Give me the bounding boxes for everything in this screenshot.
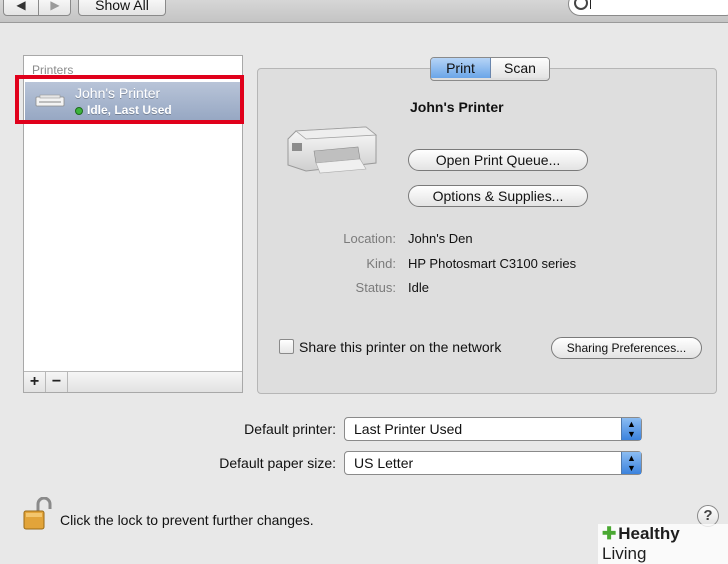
printer-image	[287, 126, 378, 174]
location-label: Location:	[343, 231, 396, 246]
search-icon	[574, 0, 588, 10]
location-value: John's Den	[408, 231, 473, 246]
default-printer-label: Default printer:	[244, 421, 336, 437]
tab-print[interactable]: Print	[431, 58, 491, 78]
forward-arrow-icon: ▶	[50, 0, 60, 12]
default-paper-size-select[interactable]: US Letter ▲ ▼	[344, 451, 642, 475]
status-label: Status:	[355, 280, 396, 295]
tab-scan[interactable]: Scan	[491, 58, 549, 78]
search-input[interactable]	[568, 0, 728, 16]
highlight-box	[15, 75, 244, 124]
forward-button[interactable]: ▶	[38, 0, 72, 15]
select-arrows-icon: ▲ ▼	[621, 452, 641, 474]
select-arrows-icon: ▲ ▼	[621, 418, 641, 440]
watermark-bold: Healthy	[618, 524, 680, 543]
nav-segment: ◀ ▶	[3, 0, 71, 16]
default-paper-size-label: Default paper size:	[219, 455, 336, 471]
default-printer-select[interactable]: Last Printer Used ▲ ▼	[344, 417, 642, 441]
show-all-button[interactable]: Show All	[78, 0, 166, 16]
print-scan-tabs: Print Scan	[430, 57, 550, 81]
kind-label: Kind:	[366, 256, 396, 271]
toolbar: ◀ ▶ Show All	[0, 0, 728, 23]
detail-printer-name: John's Printer	[410, 99, 504, 115]
share-printer-label: Share this printer on the network	[299, 339, 502, 355]
lock-icon[interactable]	[22, 497, 52, 531]
status-value: Idle	[408, 280, 429, 295]
default-printer-value: Last Printer Used	[354, 421, 463, 437]
watermark-light: Living	[602, 544, 647, 563]
back-arrow-icon: ◀	[16, 0, 26, 12]
back-button[interactable]: ◀	[4, 0, 39, 15]
remove-printer-button[interactable]: −	[46, 372, 68, 392]
leaf-icon: ✚	[602, 524, 617, 543]
open-print-queue-button[interactable]: Open Print Queue...	[408, 149, 588, 171]
list-footer: + −	[24, 371, 242, 392]
lock-message: Click the lock to prevent further change…	[60, 512, 314, 528]
watermark: ✚ Healthy Living	[598, 524, 728, 564]
kind-value: HP Photosmart C3100 series	[408, 256, 577, 271]
share-printer-checkbox[interactable]	[279, 339, 294, 354]
add-printer-button[interactable]: +	[24, 372, 46, 392]
default-paper-size-value: US Letter	[354, 455, 414, 471]
sharing-preferences-button[interactable]: Sharing Preferences...	[551, 337, 702, 359]
text-caret	[590, 0, 591, 9]
options-supplies-button[interactable]: Options & Supplies...	[408, 185, 588, 207]
